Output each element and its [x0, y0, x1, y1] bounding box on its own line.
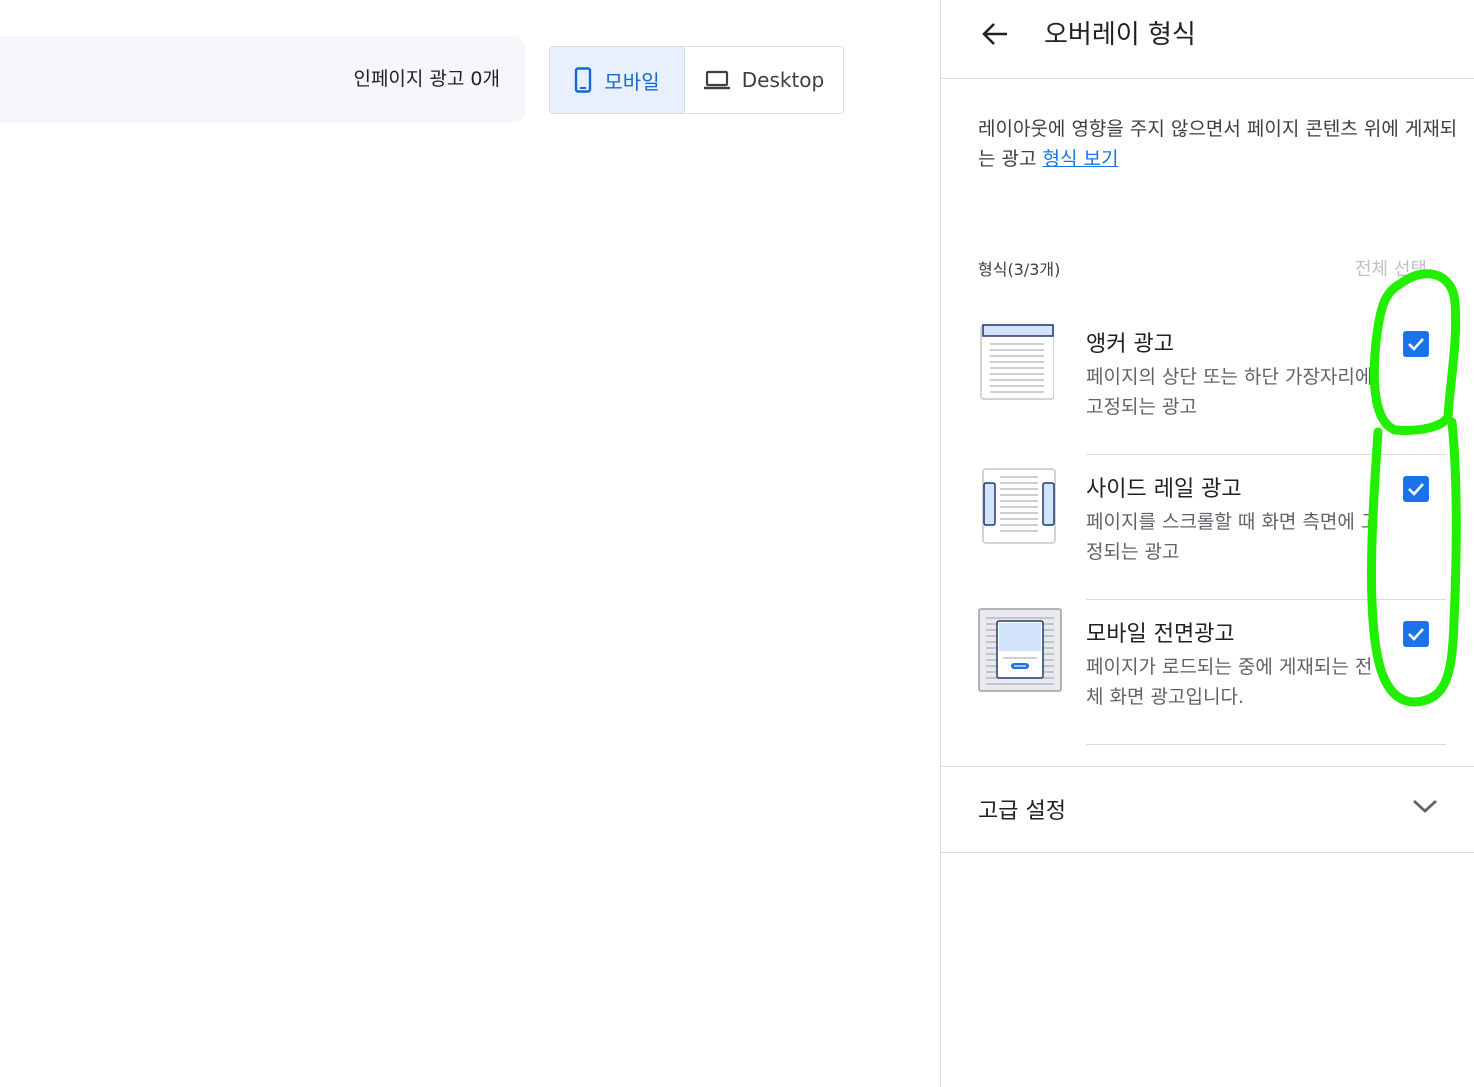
format-title: 사이드 레일 광고 [1086, 477, 1242, 502]
select-all-button[interactable]: 전체 선택 [1355, 255, 1427, 281]
format-title: 모바일 전면광고 [1086, 622, 1235, 647]
panel-header: 오버레이 형식 [941, 0, 1474, 79]
mobile-label: 모바일 [604, 69, 660, 94]
mobile-toggle-button[interactable]: 모바일 [550, 47, 685, 113]
divider [1086, 454, 1446, 455]
format-description: 페이지의 상단 또는 하단 가장자리에 고정되는 광고 [1086, 366, 1373, 418]
format-description: 페이지가 로드되는 중에 게재되는 전체 화면 광고입니다. [1086, 656, 1373, 708]
device-toggle: 모바일 Desktop [549, 46, 844, 114]
formats-count: 형식(3/3개) [978, 260, 1061, 279]
summary-bar: 인페이지 광고 0개 [0, 36, 526, 123]
smartphone-icon [574, 67, 592, 93]
overlay-format-panel: 오버레이 형식 레이아웃에 영향을 주지 않으면서 페이지 콘텐츠 위에 게재되… [940, 0, 1474, 1087]
vignette-ad-checkbox[interactable] [1403, 621, 1429, 647]
inpage-ads-count: 인페이지 광고 0개 [353, 68, 500, 90]
advanced-settings-label: 고급 설정 [978, 799, 1066, 824]
divider [1086, 744, 1446, 745]
format-item-vignette: 모바일 전면광고 페이지가 로드되는 중에 게재되는 전체 화면 광고입니다. [978, 608, 1448, 757]
check-icon [1408, 483, 1424, 496]
side-rail-ad-checkbox[interactable] [1403, 476, 1429, 502]
check-icon [1408, 338, 1424, 351]
arrow-back-icon [982, 23, 1007, 45]
desktop-label: Desktop [741, 68, 825, 92]
anchor-ad-checkbox[interactable] [1403, 331, 1429, 357]
back-button[interactable] [979, 18, 1011, 50]
view-formats-link[interactable]: 형식 보기 [1043, 148, 1119, 170]
side-rail-ad-icon [978, 467, 1056, 549]
format-description: 페이지를 스크롤할 때 화면 측면에 고정되는 광고 [1086, 511, 1379, 563]
format-item-anchor: 앵커 광고 페이지의 상단 또는 하단 가장자리에 고정되는 광고 [978, 322, 1448, 467]
check-icon [1408, 628, 1424, 641]
divider [1086, 599, 1446, 600]
advanced-settings-toggle[interactable]: 고급 설정 [941, 766, 1474, 853]
vignette-ad-icon [978, 608, 1064, 698]
format-item-side-rail: 사이드 레일 광고 페이지를 스크롤할 때 화면 측면에 고정되는 광고 [978, 467, 1448, 612]
desktop-toggle-button[interactable]: Desktop [685, 47, 843, 113]
laptop-icon [703, 70, 730, 90]
anchor-ad-icon [978, 322, 1055, 404]
chevron-down-icon [1411, 797, 1439, 819]
panel-description: 레이아웃에 영향을 주지 않으면서 페이지 콘텐츠 위에 게재되는 광고 형식 … [978, 114, 1458, 174]
format-title: 앵커 광고 [1086, 332, 1174, 357]
panel-title: 오버레이 형식 [1044, 20, 1196, 50]
